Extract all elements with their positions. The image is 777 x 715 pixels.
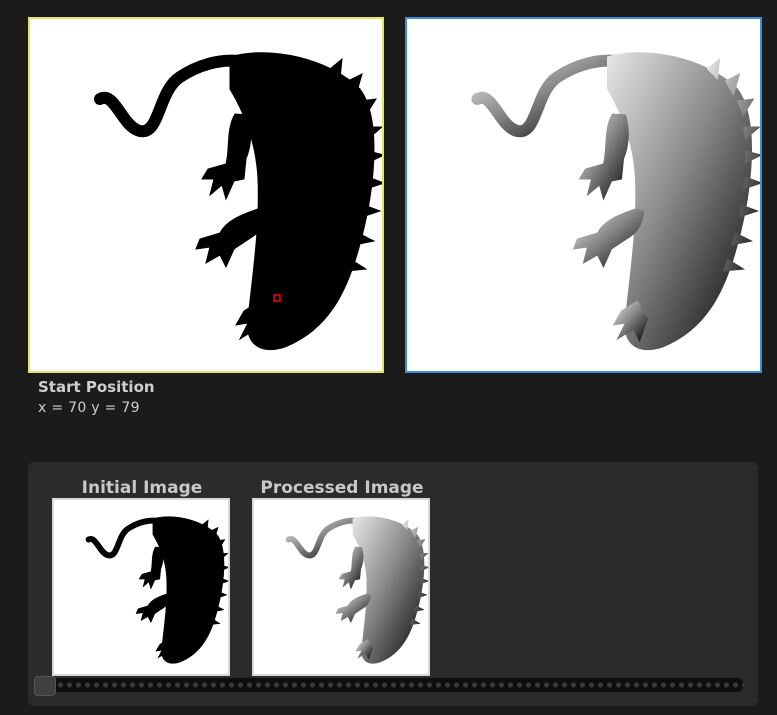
scrollbar-thumb[interactable] xyxy=(34,676,56,696)
processed-thumbnail-image xyxy=(254,500,428,674)
processed-image-viewer[interactable] xyxy=(405,17,762,373)
image-gallery: Initial Image Processed Image xyxy=(28,462,758,706)
initial-image-label: Initial Image xyxy=(81,478,203,498)
gallery-scrollbar[interactable] xyxy=(38,678,744,692)
initial-thumbnail-image xyxy=(54,500,228,674)
processed-image-thumbnail[interactable] xyxy=(252,498,430,676)
start-position-title: Start Position xyxy=(38,378,155,396)
gecko-binary-image[interactable] xyxy=(30,19,382,371)
initial-image-thumbnail[interactable] xyxy=(52,498,230,676)
start-position-coords: x = 70 y = 79 xyxy=(38,400,140,416)
start-image-viewer[interactable] xyxy=(28,17,384,373)
gecko-distance-image xyxy=(407,19,760,371)
processed-image-label: Processed Image xyxy=(260,478,424,498)
